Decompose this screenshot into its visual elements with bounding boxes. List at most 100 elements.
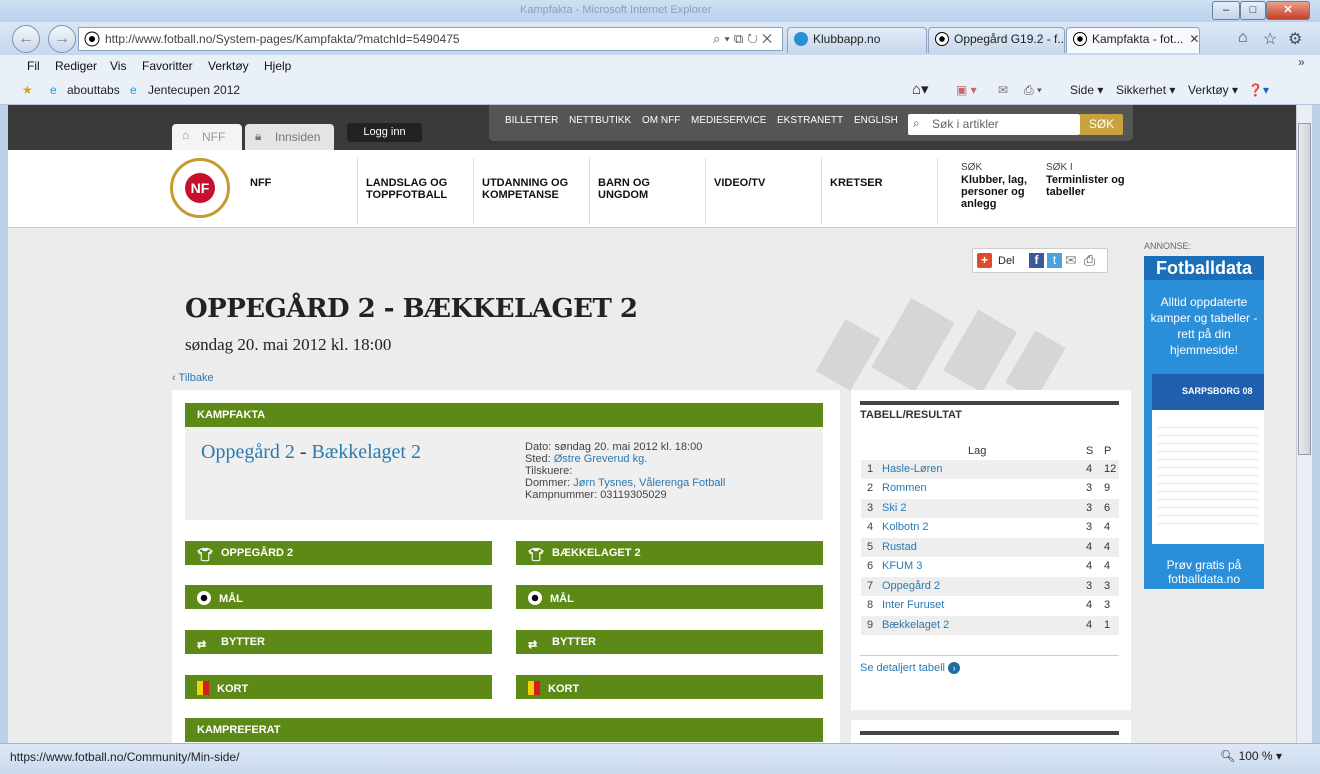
menu-fil[interactable]: Fil [27, 59, 40, 73]
col-lag-header: Lag [968, 445, 987, 457]
topmenu-nettbutikk[interactable]: NETTBUTIKK [569, 115, 631, 126]
row-team-link[interactable]: Bækkelaget 2 [882, 619, 949, 631]
minimize-button[interactable]: – [1212, 1, 1240, 20]
rss-feed-icon[interactable]: ▣ ▾ [956, 83, 977, 97]
article-search-input[interactable]: ⌕ Søk i artikler [908, 114, 1080, 135]
tab-nff[interactable]: ⌂ NFF [172, 124, 242, 150]
menu-hjelp[interactable]: Hjelp [264, 59, 291, 73]
tab-kampfakta[interactable]: Kampfakta - fot... ✕ [1066, 27, 1200, 53]
topmenu-english[interactable]: ENGLISH [854, 115, 898, 126]
home-subs-bar[interactable]: ⇄ BYTTER [185, 630, 492, 654]
menu-favoritter[interactable]: Favoritter [142, 59, 193, 73]
row-team-link[interactable]: Inter Furuset [882, 599, 944, 611]
menu-verktoy[interactable]: Verktøy [208, 59, 249, 73]
arrow-circle-icon: › [948, 662, 961, 674]
home-icon[interactable]: ⌂ [1238, 29, 1248, 47]
favorites-star-add-icon[interactable]: ★ [22, 83, 33, 97]
row-team-link[interactable]: KFUM 3 [882, 560, 922, 572]
address-tools-icons[interactable]: ⌕▾⧉↻✕ [713, 31, 776, 47]
next-panel [851, 720, 1131, 743]
twitter-icon[interactable]: t [1047, 253, 1062, 268]
nav-video-tv[interactable]: VIDEO/TV [714, 177, 765, 189]
search-button[interactable]: SØK [1080, 114, 1123, 135]
tab-klubbapp[interactable]: Klubbapp.no [787, 27, 927, 53]
mail-icon[interactable]: ✉ [998, 83, 1008, 97]
row-team-link[interactable]: Hasle-Løren [882, 463, 943, 475]
home-goals-bar[interactable]: MÅL [185, 585, 492, 609]
row-team-link[interactable]: Rustad [882, 541, 917, 553]
close-tab-icon[interactable]: ✕ [1189, 32, 1199, 46]
gear-icon[interactable]: ⚙ [1288, 29, 1302, 49]
share-label[interactable]: Del [998, 255, 1015, 267]
away-team-link[interactable]: Bækkelaget 2 [312, 441, 421, 463]
email-icon[interactable]: ✉ [1065, 252, 1077, 269]
table-row: 9 Bækkelaget 2 41 [861, 616, 1119, 635]
scrollbar-thumb[interactable] [1298, 123, 1311, 455]
row-pos: 3 [867, 502, 874, 514]
facebook-icon[interactable]: f [1029, 253, 1044, 268]
away-team-bar[interactable]: 👕︎ BÆKKELAGET 2 [516, 541, 823, 565]
nav-divider [705, 158, 706, 224]
maximize-button[interactable]: □ [1240, 1, 1266, 20]
topmenu-om-nff[interactable]: OM NFF [642, 115, 680, 126]
row-s: 4 [1086, 463, 1093, 475]
search-clubs-link[interactable]: Klubber, lag, personer og anlegg [961, 174, 1027, 210]
address-bar[interactable]: http://www.fotball.no/System-pages/Kampf… [78, 27, 783, 51]
favorite-jentecupen[interactable]: Jentecupen 2012 [148, 83, 240, 97]
favorites-star-icon[interactable]: ☆ [1263, 29, 1277, 49]
tab-innsiden[interactable]: 🔒︎ Innsiden [245, 124, 334, 150]
row-p: 1 [1104, 619, 1111, 631]
topmenu-medieservice[interactable]: MEDIESERVICE [691, 115, 766, 126]
row-team-link[interactable]: Kolbotn 2 [882, 521, 928, 533]
back-link[interactable]: ‹ Tilbake [172, 372, 214, 384]
away-subs-bar[interactable]: ⇄ BYTTER [516, 630, 823, 654]
home-cmd-icon[interactable]: ⌂▾ [912, 80, 929, 98]
football-favicon-icon [935, 32, 949, 46]
tab-oppegard[interactable]: Oppegård G19.2 - f... [928, 27, 1065, 53]
back-button[interactable]: ← [12, 25, 40, 53]
print-icon[interactable]: ⎙ [1084, 252, 1095, 269]
home-team-label: OPPEGÅRD 2 [221, 547, 294, 559]
row-team-link[interactable]: Rommen [882, 482, 927, 494]
away-team-label: BÆKKELAGET 2 [552, 547, 641, 559]
detailed-table-link[interactable]: Se detaljert tabell › [860, 662, 961, 674]
row-team-link[interactable]: Ski 2 [882, 502, 906, 514]
dommer-link[interactable]: Jørn Tysnes, Vålerenga Fotball [573, 477, 725, 489]
home-cards-bar[interactable]: KORT [185, 675, 492, 699]
verktoy-cmd-menu[interactable]: Verktøy ▾ [1188, 83, 1238, 97]
print-icon[interactable]: ⎙ ▾ [1024, 83, 1042, 98]
zoom-level[interactable]: 🔍︎ 100 % ▾ [1220, 749, 1282, 763]
forward-button[interactable]: → [48, 25, 76, 53]
search-terminlister-link[interactable]: Terminlister og tabeller [1046, 174, 1125, 198]
away-goals-bar[interactable]: MÅL [516, 585, 823, 609]
home-team-bar[interactable]: 👕︎ OPPEGÅRD 2 [185, 541, 492, 565]
away-cards-bar[interactable]: KORT [516, 675, 823, 699]
vertical-scrollbar[interactable] [1296, 105, 1312, 743]
side-menu[interactable]: Side ▾ [1070, 83, 1103, 97]
nav-utdanning[interactable]: UTDANNING OG KOMPETANSE [482, 177, 568, 201]
nav-nff[interactable]: NFF [250, 177, 271, 189]
home-team-link[interactable]: Oppegård 2 [201, 441, 295, 463]
nav-barn-ungdom[interactable]: BARN OG UNGDOM [598, 177, 650, 201]
topmenu-billetter[interactable]: BILLETTER [505, 115, 558, 126]
sted-link[interactable]: Østre Greverud kg. [554, 453, 648, 465]
row-team-link[interactable]: Oppegård 2 [882, 580, 940, 592]
favorite-abouttabs[interactable]: abouttabs [67, 83, 120, 97]
close-window-button[interactable]: ✕ [1266, 1, 1310, 20]
menu-bar: Fil Rediger Vis Favoritter Verktøy Hjelp… [0, 55, 1320, 77]
login-button[interactable]: Logg inn [347, 123, 422, 142]
nff-logo[interactable]: NF [170, 158, 230, 218]
menu-vis[interactable]: Vis [110, 59, 126, 73]
chevron-more-icon[interactable]: » [1298, 55, 1305, 69]
plus-share-icon[interactable]: + [977, 253, 992, 268]
nav-landslag[interactable]: LANDSLAG OG TOPPFOTBALL [366, 177, 447, 201]
help-icon[interactable]: ❓▾ [1248, 83, 1269, 97]
nav-kretser[interactable]: KRETSER [830, 177, 883, 189]
share-toolbar: + Del f t ✉ ⎙ [972, 248, 1108, 273]
sikkerhet-menu[interactable]: Sikkerhet ▾ [1116, 83, 1175, 97]
topmenu-ekstranett[interactable]: EKSTRANETT [777, 115, 843, 126]
menu-rediger[interactable]: Rediger [55, 59, 97, 73]
fotballdata-ad[interactable]: Fotballdata Alltid oppdaterte kamper og … [1144, 256, 1264, 589]
match-meta: Dato: søndag 20. mai 2012 kl. 18:00 Sted… [525, 441, 725, 501]
teams-separator: - [299, 441, 307, 463]
